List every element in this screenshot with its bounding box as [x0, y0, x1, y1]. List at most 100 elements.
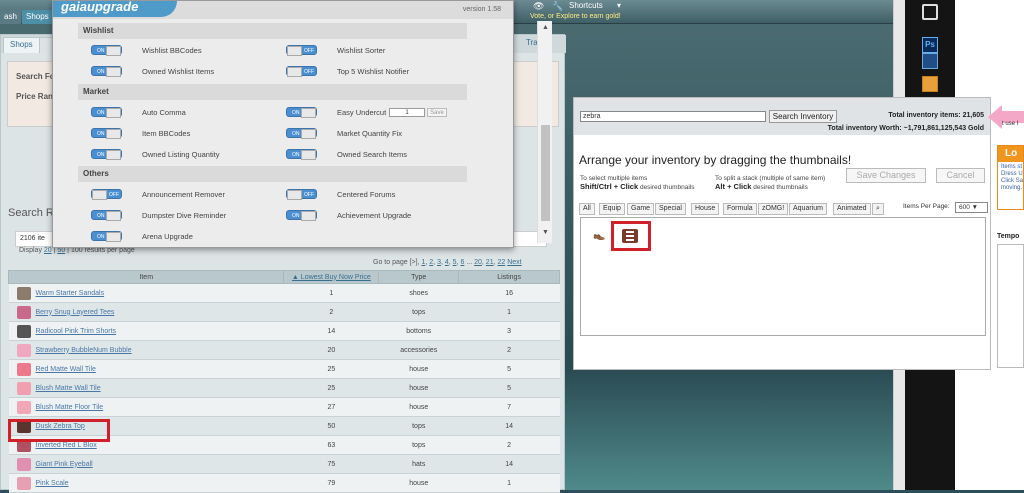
tab-equip[interactable]: Equip [599, 203, 625, 215]
col-listings[interactable]: Listings [458, 270, 560, 284]
item-thumbnail[interactable] [16, 458, 31, 471]
item-thumbnail[interactable] [16, 325, 31, 338]
toggle-arena-upgrade[interactable]: ON [91, 231, 122, 242]
undercut-save-button[interactable]: Save [427, 108, 447, 117]
app-icon[interactable] [922, 53, 938, 69]
eye-icon[interactable]: 👁 [533, 1, 544, 12]
item-link[interactable]: Berry Snug Layered Tees [36, 309, 115, 316]
col-type[interactable]: Type [378, 270, 460, 284]
scroll-up-icon[interactable]: ▲ [542, 24, 549, 31]
cell-price: 25 [283, 359, 379, 379]
toggle-market-quantity-fix[interactable]: ON [286, 128, 317, 139]
page-link[interactable]: 2 [429, 259, 433, 266]
toggle-centered-forums[interactable]: OFF [286, 189, 317, 200]
item-thumbnail[interactable] [16, 306, 31, 319]
settings-scrollbar[interactable]: ▲ ▼ [537, 21, 552, 243]
item-thumbnail[interactable] [16, 382, 31, 395]
item-thumbnail[interactable] [16, 477, 31, 490]
item-link[interactable]: Inverted Red L Blox [36, 442, 97, 449]
page-link[interactable]: 1 [421, 259, 425, 266]
toggle-owned-wishlist-items[interactable]: ON [91, 66, 122, 77]
tab-shops[interactable]: Shops [3, 37, 40, 53]
page-link[interactable]: 3 [437, 259, 441, 266]
toggle-owned-search-items[interactable]: ON [286, 149, 317, 160]
scroll-thumb[interactable] [541, 125, 550, 221]
toggle-item-bbcodes[interactable]: ON [91, 128, 122, 139]
page-next-link[interactable]: Next [507, 259, 521, 266]
display-20-link[interactable]: 20 [44, 247, 52, 254]
toggle-announcement-remover[interactable]: OFF [91, 189, 122, 200]
table-row[interactable]: Berry Snug Layered Tees 2 tops 1 [8, 302, 560, 322]
wrench-icon[interactable]: 🔧 [552, 1, 563, 12]
table-row[interactable]: Giant Pink Eyeball 75 hats 14 [8, 454, 560, 474]
table-row[interactable]: Warm Starter Sandals 1 shoes 16 [8, 283, 560, 303]
toggle-wishlist-bbcodes[interactable]: ON [91, 45, 122, 56]
page-link[interactable]: 4 [445, 259, 449, 266]
page-link[interactable]: 5 [453, 259, 457, 266]
toggle-owned-listing-quantity[interactable]: ON [91, 149, 122, 160]
col-price-label[interactable]: Lowest Buy Now Price [301, 274, 371, 281]
magnifier-icon[interactable]: ⌕ [872, 203, 884, 215]
window-icon[interactable] [922, 4, 938, 20]
tab-game[interactable]: Game [627, 203, 655, 215]
toggle-wishlist-sorter[interactable]: OFF [286, 45, 317, 56]
media-icon[interactable] [922, 76, 938, 92]
item-thumbnail-zebra-top[interactable] [622, 229, 638, 243]
toggle-achievement-upgrade[interactable]: ON [286, 210, 317, 221]
page-link[interactable]: 20 [474, 259, 482, 266]
item-thumbnail[interactable] [16, 344, 31, 357]
table-row[interactable]: Red Matte Wall Tile 25 house 5 [8, 359, 560, 379]
toggle-easy-undercut[interactable]: ON [286, 107, 317, 118]
toggle-auto-comma[interactable]: ON [91, 107, 122, 118]
toggle-dumpster-dive-reminder[interactable]: ON [91, 210, 122, 221]
table-row[interactable]: Blush Matte Floor Tile 27 house 7 [8, 397, 560, 417]
cell-item: Radicool Pink Trim Shorts [8, 321, 284, 341]
tab-special[interactable]: Special [655, 203, 686, 215]
page-link[interactable]: 22 [497, 259, 505, 266]
cancel-button[interactable]: Cancel [936, 168, 985, 183]
item-link[interactable]: Blush Matte Floor Tile [36, 404, 104, 411]
search-inventory-button[interactable]: Search Inventory [769, 110, 837, 123]
scroll-down-icon[interactable]: ▼ [542, 229, 549, 236]
table-row[interactable]: Strawberry BubbleNum Bubble 20 accessories… [8, 340, 560, 360]
nav-tab-shops[interactable]: Shops [22, 10, 53, 24]
col-price[interactable]: ▲ Lowest Buy Now Price [283, 270, 380, 284]
items-per-page-select[interactable]: 600 ▼ [955, 202, 988, 213]
cell-type: tops [378, 302, 459, 322]
table-row[interactable]: Blush Matte Wall Tile 25 house 5 [8, 378, 560, 398]
tab-animated[interactable]: Animated [833, 203, 871, 215]
inventory-search-input[interactable]: zebra [580, 111, 766, 122]
shortcuts-menu[interactable]: Shortcuts [569, 1, 603, 10]
item-link[interactable]: Giant Pink Eyeball [36, 461, 93, 468]
item-link[interactable]: Pink Scale [36, 480, 69, 487]
item-link[interactable]: Blush Matte Wall Tile [36, 385, 101, 392]
tab-formula[interactable]: Formula [723, 203, 757, 215]
col-item[interactable]: Item [7, 270, 285, 284]
table-row[interactable]: Radicool Pink Trim Shorts 14 bottoms 3 [8, 321, 560, 341]
undercut-amount-input[interactable]: 1 [389, 108, 425, 117]
toggle-top5-notifier[interactable]: OFF [286, 66, 317, 77]
save-changes-button[interactable]: Save Changes [846, 168, 926, 183]
item-thumbnail[interactable] [16, 401, 31, 414]
item-link[interactable]: Strawberry BubbleNum Bubble [36, 347, 132, 354]
tab-all[interactable]: All [579, 203, 595, 215]
item-link[interactable]: Warm Starter Sandals [36, 290, 105, 297]
item-link[interactable]: Radicool Pink Trim Shorts [36, 328, 117, 335]
option-label: Dumpster Dive Reminder [142, 211, 227, 220]
item-thumbnail[interactable] [16, 363, 31, 376]
chevron-down-icon[interactable]: ▾ [617, 1, 621, 10]
item-thumbnail[interactable] [16, 287, 31, 300]
tab-zomg[interactable]: zOMG! [758, 203, 789, 215]
inventory-panel: zebra Search Inventory Total inventory i… [573, 97, 991, 370]
tab-aquarium[interactable]: Aquarium [789, 203, 827, 215]
item-link[interactable]: Red Matte Wall Tile [36, 366, 96, 373]
tab-other[interactable] [39, 37, 53, 53]
photoshop-icon[interactable]: Ps [922, 37, 938, 53]
page-link[interactable]: 6 [460, 259, 464, 266]
hint-select-suffix: desired thumbnails [639, 184, 695, 191]
tab-house[interactable]: House [691, 203, 720, 215]
display-50-link[interactable]: 50 [57, 247, 65, 254]
item-thumbnail[interactable]: 👞 [593, 230, 605, 241]
page-link[interactable]: 21 [486, 259, 494, 266]
nav-tab-cash[interactable]: ash [0, 10, 21, 24]
